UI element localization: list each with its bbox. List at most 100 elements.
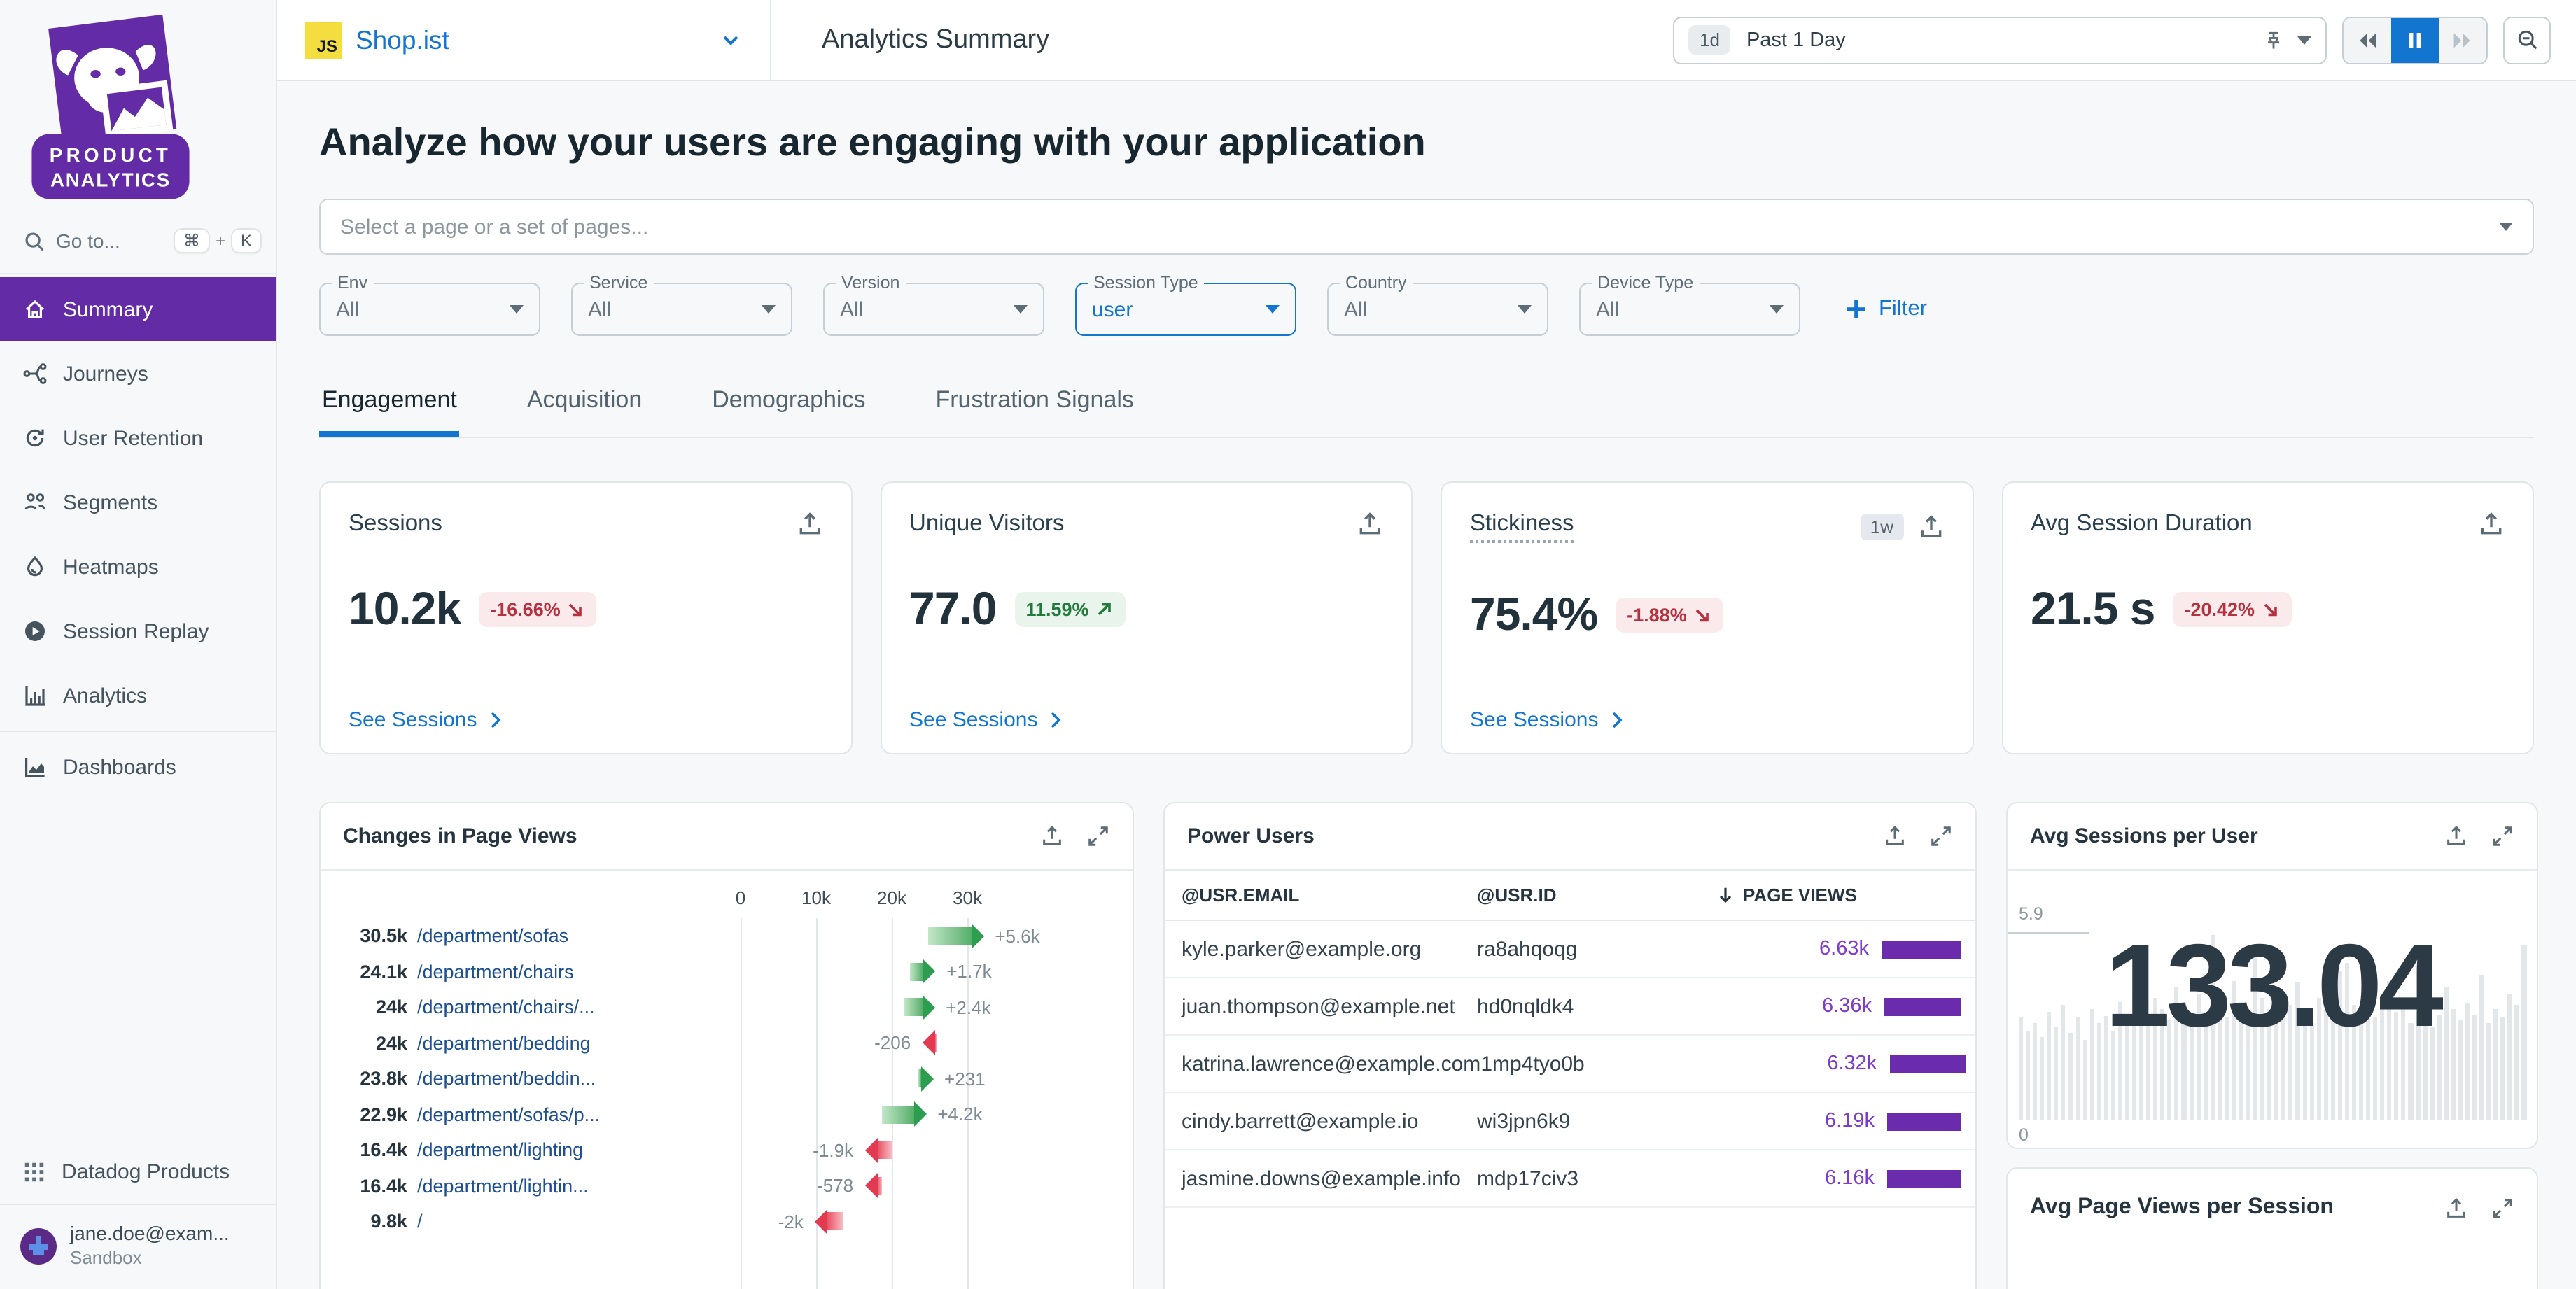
caret-down-icon bbox=[1518, 305, 1532, 314]
page-path-link[interactable]: /department/sofas bbox=[417, 926, 568, 947]
page-path-link[interactable]: /department/beddin... bbox=[417, 1069, 596, 1090]
filter-env[interactable]: Env All bbox=[319, 283, 540, 336]
app-window: PRODUCT ANALYTICS Go to... ⌘ + K Summary… bbox=[0, 0, 2576, 1289]
pause-button[interactable] bbox=[2391, 17, 2439, 62]
search-icon bbox=[22, 229, 46, 253]
export-icon[interactable] bbox=[2444, 1196, 2468, 1220]
page-path-link[interactable]: /department/lighting bbox=[417, 1140, 583, 1161]
chevron-right-icon bbox=[489, 711, 502, 729]
sidebar-secondary-nav: Dashboards bbox=[0, 735, 276, 799]
power-user-row[interactable]: jasmine.downs@example.info mdp17civ3 6.1… bbox=[1165, 1150, 1975, 1208]
zoom-out-button[interactable] bbox=[2503, 16, 2551, 64]
user-id-cell: hd0nqldk4 bbox=[1477, 994, 1715, 1018]
skip-forward-button[interactable] bbox=[2439, 17, 2486, 62]
sidebar-item-segments[interactable]: Segments bbox=[0, 470, 276, 535]
export-icon[interactable] bbox=[1883, 824, 1907, 848]
trend-down-icon bbox=[568, 600, 586, 618]
export-icon[interactable] bbox=[1917, 514, 1944, 540]
filter-device-type[interactable]: Device Type All bbox=[1579, 283, 1800, 336]
sidebar-item-journeys[interactable]: Journeys bbox=[0, 341, 276, 406]
expand-icon[interactable] bbox=[1929, 824, 1953, 848]
chevron-right-icon bbox=[1611, 711, 1623, 729]
power-user-row[interactable]: katrina.lawrence@example.com 1mp4tyo0b 6… bbox=[1165, 1036, 1975, 1093]
datadog-products-label: Datadog Products bbox=[62, 1161, 230, 1185]
time-playback-controls bbox=[2342, 16, 2488, 64]
goto-search[interactable]: Go to... ⌘ + K bbox=[0, 211, 276, 270]
tab-engagement[interactable]: Engagement bbox=[319, 375, 460, 437]
change-value: -1.88% bbox=[1627, 604, 1687, 625]
export-icon[interactable] bbox=[1357, 511, 1383, 537]
filter-row: Env All Service All Version All Session … bbox=[319, 283, 2534, 336]
export-icon[interactable] bbox=[2478, 511, 2505, 537]
right-widgets-column: Avg Sessions per User 5. bbox=[2006, 802, 2538, 1289]
tab-frustration-signals[interactable]: Frustration Signals bbox=[932, 375, 1136, 437]
page-views-value: 9.8k bbox=[343, 1211, 407, 1232]
caret-down-icon bbox=[762, 305, 776, 314]
pin-icon[interactable] bbox=[2262, 29, 2285, 51]
dashboards-icon bbox=[22, 754, 48, 780]
page-path-link[interactable]: /department/chairs bbox=[417, 962, 574, 982]
tab-acquisition[interactable]: Acquisition bbox=[524, 375, 645, 437]
page-path-link[interactable]: /department/lightin... bbox=[417, 1176, 589, 1197]
export-icon[interactable] bbox=[796, 511, 822, 537]
decrease-arrow bbox=[815, 1209, 843, 1234]
k-key-chip: K bbox=[231, 228, 262, 253]
skip-back-button[interactable] bbox=[2344, 17, 2391, 62]
sidebar-item-heatmaps[interactable]: Heatmaps bbox=[0, 535, 276, 599]
page-views-value: 16.4k bbox=[343, 1140, 407, 1161]
metric-cards-row: Sessions 10.2k -16.66% See Sessions Uniq… bbox=[319, 481, 2534, 754]
heatmaps-icon bbox=[22, 554, 48, 579]
x-axis: 010k20k30k bbox=[343, 885, 1110, 918]
sidebar-item-analytics[interactable]: Analytics bbox=[0, 663, 276, 728]
see-sessions-link[interactable]: See Sessions bbox=[909, 708, 1063, 732]
period-chip[interactable]: 1w bbox=[1861, 514, 1903, 540]
time-range-selector[interactable]: 1d Past 1 Day bbox=[1673, 16, 2327, 64]
page-views-bar bbox=[1882, 940, 1961, 958]
sidebar-item-user-retention[interactable]: User Retention bbox=[0, 406, 276, 470]
user-menu[interactable]: jane.doe@exam... Sandbox bbox=[0, 1209, 276, 1289]
page-views-value: 22.9k bbox=[343, 1104, 407, 1125]
expand-icon[interactable] bbox=[2491, 1196, 2514, 1220]
metric-title: Unique Visitors bbox=[909, 511, 1064, 537]
change-label: -2k bbox=[778, 1211, 804, 1232]
export-icon[interactable] bbox=[1040, 824, 1064, 848]
filter-version[interactable]: Version All bbox=[823, 283, 1044, 336]
page-path-link[interactable]: /department/chairs/... bbox=[417, 997, 595, 1018]
page-title: Analytics Summary bbox=[771, 0, 1100, 80]
product-analytics-logo: PRODUCT ANALYTICS bbox=[0, 0, 276, 211]
y-axis-min-label: 0 bbox=[2019, 1125, 2029, 1145]
page-path-link[interactable]: / bbox=[417, 1211, 423, 1232]
see-sessions-link[interactable]: See Sessions bbox=[349, 708, 502, 732]
widget-title: Avg Page Views per Session bbox=[2030, 1195, 2334, 1220]
export-icon[interactable] bbox=[2444, 824, 2468, 848]
datadog-products-button[interactable]: Datadog Products bbox=[0, 1144, 276, 1202]
filter-service[interactable]: Service All bbox=[571, 283, 792, 336]
expand-icon[interactable] bbox=[1086, 824, 1110, 848]
column-page-views[interactable]: PAGE VIEWS bbox=[1715, 885, 1961, 906]
page-path-link[interactable]: /department/sofas/p... bbox=[417, 1104, 600, 1125]
metric-title: Sessions bbox=[349, 511, 442, 537]
caret-down-icon bbox=[2499, 223, 2513, 231]
trend-down-icon bbox=[1694, 605, 1712, 624]
sidebar-item-summary[interactable]: Summary bbox=[0, 277, 276, 341]
page-path-link[interactable]: /department/bedding bbox=[417, 1033, 591, 1054]
power-user-row[interactable]: kyle.parker@example.org ra8ahqoqg 6.63k bbox=[1165, 921, 1975, 978]
column-id[interactable]: @USR.ID bbox=[1477, 885, 1715, 906]
add-filter-button[interactable]: Filter bbox=[1845, 297, 1927, 322]
filter-label: Country bbox=[1340, 273, 1413, 293]
see-sessions-link[interactable]: See Sessions bbox=[1470, 708, 1623, 732]
filter-session-type[interactable]: Session Type user bbox=[1075, 283, 1296, 336]
filter-country[interactable]: Country All bbox=[1327, 283, 1548, 336]
sidebar-item-session-replay[interactable]: Session Replay bbox=[0, 599, 276, 663]
tab-demographics[interactable]: Demographics bbox=[709, 375, 868, 437]
metric-card-stickiness: Stickiness 1w 75.4% -1.88% See Sessions bbox=[1441, 481, 1973, 754]
sidebar-item-dashboards[interactable]: Dashboards bbox=[0, 735, 276, 799]
caret-down-icon[interactable] bbox=[2297, 36, 2311, 44]
power-user-row[interactable]: juan.thompson@example.net hd0nqldk4 6.36… bbox=[1165, 978, 1975, 1036]
expand-icon[interactable] bbox=[2491, 824, 2514, 848]
page-views-row: 16.4k /department/lightin... -578 bbox=[343, 1168, 1110, 1204]
page-select-input[interactable]: Select a page or a set of pages... bbox=[319, 199, 2534, 255]
power-user-row[interactable]: cindy.barrett@example.io wi3jpn6k9 6.19k bbox=[1165, 1093, 1975, 1150]
column-email[interactable]: @USR.EMAIL bbox=[1182, 885, 1477, 906]
app-selector[interactable]: JS Shop.ist bbox=[277, 0, 771, 80]
